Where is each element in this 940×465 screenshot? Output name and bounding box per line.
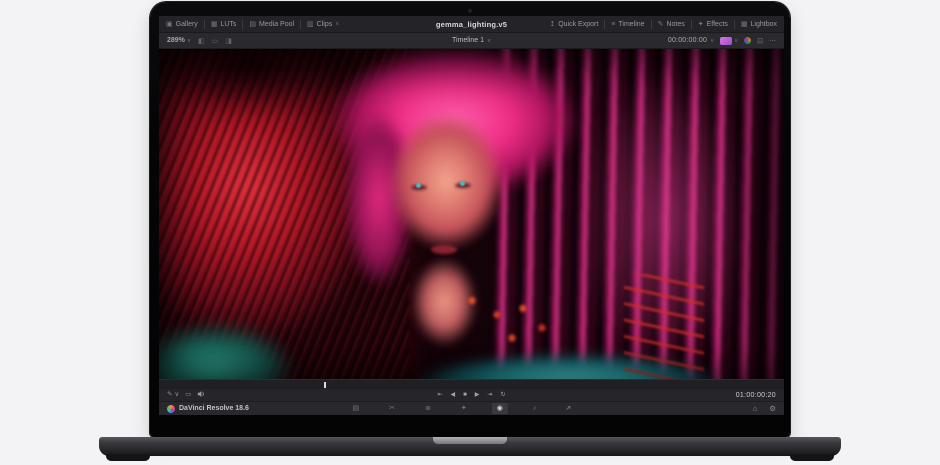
luts-icon: ▦ [211, 21, 218, 28]
chevron-down-icon: ∨ [487, 38, 491, 44]
page-color-active[interactable]: ◉ [492, 403, 508, 414]
webcam-icon [468, 9, 472, 13]
divider [300, 20, 301, 29]
gallery-icon: ▣ [166, 21, 173, 28]
page-fusion[interactable]: ✦ [456, 403, 472, 414]
viewer-toolbar: 289% ∨ ◧ ▭ ◨ Timeline 1 ∨ 00:00:00:00 ∨ … [159, 33, 784, 49]
audio-mute-icon[interactable] [197, 390, 205, 401]
effects-label: Effects [707, 21, 728, 28]
divider [651, 20, 652, 29]
timeline-button[interactable]: ≡ Timeline [611, 21, 644, 28]
notes-label: Notes [666, 21, 684, 28]
divider [604, 20, 605, 29]
source-timecode: 00:00:00:00 [668, 37, 707, 44]
media-pool-label: Media Pool [259, 21, 294, 28]
divider [242, 20, 243, 29]
wipe-mode-icon[interactable]: ◧ [198, 37, 205, 45]
expand-icon[interactable]: ⊡ [757, 37, 763, 45]
bypass-grade-icon[interactable]: ▭ [212, 37, 219, 45]
compare-icon[interactable]: ▭ [185, 392, 191, 399]
transport-bar: ✎ ∨ ▭ ⇤ ◀ ■ ▶ ⇥ ↻ 01:00:00:20 [159, 389, 784, 401]
quick-export-label: Quick Export [558, 21, 598, 28]
deliver-icon: ➔ [565, 404, 574, 413]
annotation-pen-icon[interactable]: ✎ [167, 392, 172, 399]
laptop-foot [790, 454, 834, 461]
photo-blob [159, 49, 784, 379]
timeline-label: Timeline [618, 21, 644, 28]
page-navigation-bar: DaVinci Resolve 18.6 ▤ ✂ ≣ ✦ ◉ ♪ ➔ ⌂ ⚙ [159, 401, 784, 415]
lightbox-icon: ▦ [741, 21, 748, 28]
stills-highlight-icon[interactable] [720, 37, 732, 45]
clips-icon: ▥ [307, 21, 314, 28]
loop-button[interactable]: ↻ [500, 392, 505, 398]
chevron-down-icon: ∨ [734, 38, 738, 44]
page-fairlight[interactable]: ♪ [528, 403, 542, 414]
jump-to-end-button[interactable]: ⇥ [487, 392, 492, 398]
play-button[interactable]: ▶ [475, 392, 480, 398]
luts-button[interactable]: ▦ LUTs [211, 21, 237, 28]
jump-to-start-button[interactable]: ⇤ [438, 392, 443, 398]
chevron-down-icon: ∨ [335, 21, 339, 27]
timeline-scrubber[interactable] [159, 379, 784, 389]
luts-label: LUTs [220, 21, 236, 28]
divider [204, 20, 205, 29]
top-toolbar: ▣ Gallery ▦ LUTs ▤ Media Pool ▥ Clips ∨ … [159, 16, 784, 33]
divider [734, 20, 735, 29]
timeline-icon: ≡ [611, 21, 615, 28]
color-wheel-icon: ◉ [497, 405, 503, 412]
timeline-selector[interactable]: Timeline 1 [452, 37, 484, 44]
app-version-label: DaVinci Resolve 18.6 [179, 405, 249, 412]
media-pool-icon: ▤ [249, 21, 256, 28]
play-reverse-button[interactable]: ◀ [451, 392, 456, 398]
chevron-down-icon: ∨ [710, 38, 714, 44]
lightbox-button[interactable]: ▦ Lightbox [741, 21, 777, 28]
split-screen-icon[interactable]: ◨ [225, 37, 232, 45]
project-title: gemma_lighting.v5 [436, 20, 507, 29]
divider [691, 20, 692, 29]
notes-icon: ✎ [658, 21, 664, 28]
davinci-resolve-logo-icon [167, 405, 175, 413]
page-edit[interactable]: ≣ [420, 403, 436, 414]
page-cut[interactable]: ✂ [384, 403, 400, 414]
record-timecode: 01:00:00:20 [736, 392, 776, 399]
apple-marketing-scene: ▣ Gallery ▦ LUTs ▤ Media Pool ▥ Clips ∨ … [0, 0, 940, 465]
gallery-button[interactable]: ▣ Gallery [166, 21, 198, 28]
project-home-icon[interactable]: ⌂ [753, 405, 758, 413]
effects-button[interactable]: ✦ Effects [698, 21, 728, 28]
media-pool-button[interactable]: ▤ Media Pool [249, 21, 294, 28]
quick-export-button[interactable]: ↥ Quick Export [549, 21, 598, 28]
playhead-marker[interactable] [324, 382, 326, 388]
page-media[interactable]: ▤ [347, 403, 364, 414]
chevron-down-icon: ∨ [187, 38, 191, 44]
viewer-image [159, 49, 784, 379]
macbook-base [99, 437, 841, 456]
settings-gear-icon[interactable]: ⚙ [769, 405, 776, 413]
export-icon: ↥ [549, 21, 555, 28]
laptop-foot [106, 454, 150, 461]
page-deliver[interactable]: ➔ [561, 403, 577, 414]
chevron-down-icon: ∨ [174, 392, 179, 399]
color-viewer-icon[interactable] [744, 37, 751, 44]
davinci-resolve-window: ▣ Gallery ▦ LUTs ▤ Media Pool ▥ Clips ∨ … [159, 16, 784, 415]
notes-button[interactable]: ✎ Notes [658, 21, 685, 28]
effects-icon: ✦ [698, 21, 704, 28]
lightbox-label: Lightbox [751, 21, 777, 28]
viewer-zoom-select[interactable]: 289% [167, 37, 185, 44]
clips-label: Clips [317, 21, 333, 28]
gallery-label: Gallery [176, 21, 198, 28]
lid-lift-notch [433, 437, 507, 444]
stop-button[interactable]: ■ [463, 392, 467, 398]
more-options-icon[interactable]: ⋯ [769, 37, 776, 45]
clips-button[interactable]: ▥ Clips ∨ [307, 21, 339, 28]
